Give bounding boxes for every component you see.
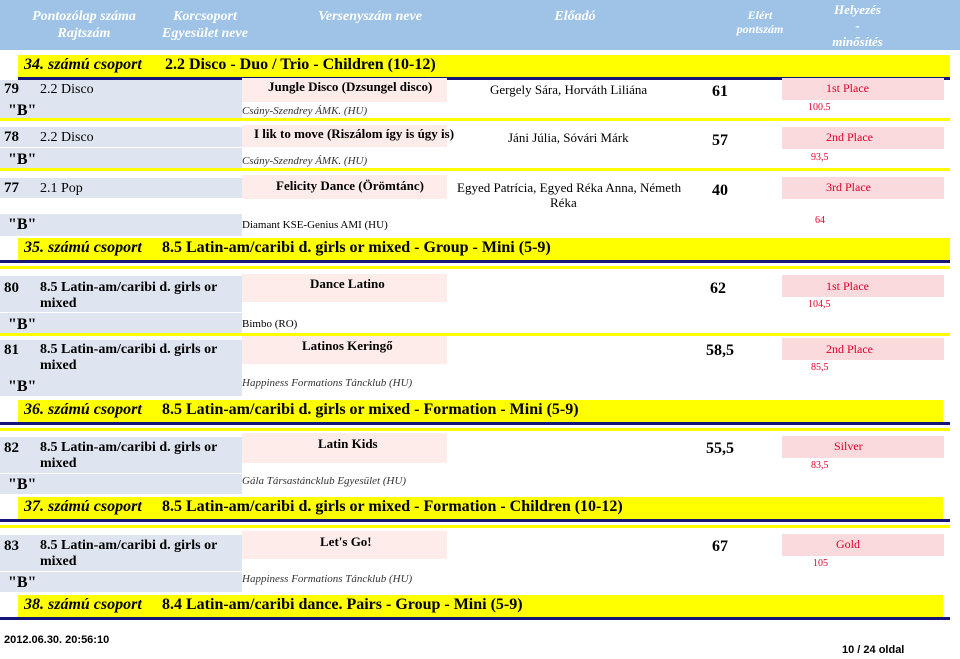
entry-points: 62 (710, 280, 726, 297)
entry-number: 80 (4, 280, 19, 296)
entry-points: 67 (712, 538, 728, 555)
entry-place: Gold (836, 537, 860, 551)
header-start-number: Rajtszám (57, 26, 111, 41)
group-divider (0, 617, 950, 620)
header-sheet-number: Pontozólap száma (32, 9, 136, 24)
entry-score: 85,5 (811, 362, 829, 373)
group-number: 36. számú csoport (24, 401, 142, 418)
entry-category-line2: mixed (40, 456, 77, 471)
group-divider (0, 519, 950, 522)
entry-class: "B" (8, 476, 37, 493)
entry-score: 93,5 (811, 152, 829, 163)
entry-title: I lik to move (Riszálom így is úgy is) (254, 126, 455, 141)
group-number: 35. számú csoport (24, 239, 142, 256)
entry-number: 78 (4, 129, 19, 145)
entry-club: Happiness Formations Táncklub (HU) (242, 377, 413, 389)
group-title: 8.4 Latin-am/caribi dance. Pairs - Group… (162, 596, 523, 613)
entry-points: 40 (712, 182, 728, 199)
entry-category: 2.1 Pop (40, 181, 83, 196)
entry-category: 2.2 Disco (40, 130, 94, 145)
footer-page-number: 10 / 24 oldal (842, 644, 905, 656)
entry-score: 64 (815, 215, 825, 226)
entry-score: 100.5 (808, 102, 831, 113)
entry-points: 61 (712, 83, 728, 100)
entry-score: 104,5 (808, 299, 831, 310)
entry-place: 1st Place (826, 81, 869, 95)
entry-category-line1: 8.5 Latin-am/caribi d. girls or (40, 280, 218, 295)
entry-number: 77 (4, 180, 19, 196)
group-header: 35. számú csoport 8.5 Latin-am/caribi d.… (18, 238, 950, 260)
header-placing-l3: minősítés (832, 34, 883, 49)
entry-class: "B" (8, 378, 37, 395)
entry-class: "B" (8, 574, 37, 591)
group-number: 37. számú csoport (24, 498, 142, 515)
header-points-l2: pontszám (736, 22, 784, 36)
entry-points: 55,5 (706, 440, 734, 457)
header-performer: Előadó (554, 9, 596, 24)
footer-timestamp: 2012.06.30. 20:56:10 (4, 634, 110, 646)
entry-number: 79 (4, 81, 19, 97)
entry-club: Diamant KSE-Genius AMI (HU) (242, 219, 388, 231)
header-placing-l2: - (855, 18, 860, 33)
header-points-l1: Elért (747, 8, 773, 22)
entry-performer: Jáni Júlia, Sóvári Márk (508, 130, 629, 145)
group-divider (0, 422, 950, 425)
entry-title: Jungle Disco (Dzsungel disco) (268, 79, 433, 94)
entry-category-line1: 8.5 Latin-am/caribi d. girls or (40, 440, 218, 455)
entry-score: 105 (813, 558, 828, 569)
entry-title: Latin Kids (318, 436, 378, 451)
header-club-name: Egyesület neve (162, 26, 248, 41)
entry-title: Felicity Dance (Örömtánc) (276, 178, 425, 193)
entry-place: Silver (834, 439, 863, 453)
entry-place: 2nd Place (826, 342, 873, 356)
entry-number: 82 (4, 440, 19, 456)
group-title: 8.5 Latin-am/caribi d. girls or mixed - … (162, 239, 551, 256)
entry-club: Csány-Szendrey ÁMK. (HU) (242, 105, 368, 117)
entry-points: 57 (712, 132, 728, 149)
entry-place: 3rd Place (826, 180, 871, 194)
entry-performer-line1: Egyed Patrícia, Egyed Réka Anna, Németh (457, 180, 682, 195)
header-age-group: Korcsoport (173, 9, 237, 24)
entry-class: "B" (8, 316, 37, 333)
entry-class: "B" (8, 216, 37, 233)
entry-title: Let's Go! (320, 534, 372, 549)
entry-category-line2: mixed (40, 358, 77, 373)
group-title: 8.5 Latin-am/caribi d. girls or mixed - … (162, 401, 579, 418)
group-title: 8.5 Latin-am/caribi d. girls or mixed - … (162, 498, 623, 515)
group-header: 36. számú csoport 8.5 Latin-am/caribi d.… (18, 400, 943, 422)
group-number: 38. számú csoport (24, 596, 142, 613)
entry-club: Gála Társastáncklub Egyesület (HU) (242, 475, 407, 487)
entry-score: 83,5 (811, 460, 829, 471)
entry-number: 83 (4, 538, 19, 554)
entry-points: 58,5 (706, 342, 734, 359)
header-placing-l1: Helyezés (834, 2, 881, 17)
entry-place: 2nd Place (826, 130, 873, 144)
entry-category-line2: mixed (40, 296, 77, 311)
entry-category: 2.2 Disco (40, 82, 94, 97)
entry-category-line1: 8.5 Latin-am/caribi d. girls or (40, 538, 218, 553)
group-number: 34. számú csoport (24, 56, 142, 73)
group-header: 34. számú csoport 2.2 Disco - Duo / Trio… (18, 55, 950, 77)
group-divider (0, 260, 950, 263)
entry-category-line1: 8.5 Latin-am/caribi d. girls or (40, 342, 218, 357)
group-header: 38. számú csoport 8.4 Latin-am/caribi da… (18, 595, 943, 617)
column-header: Pontozólap száma Rajtszám Korcsoport Egy… (0, 0, 960, 50)
entry-club: Happiness Formations Táncklub (HU) (242, 573, 413, 585)
entry-performer-line2: Réka (550, 195, 577, 210)
entry-category-line2: mixed (40, 554, 77, 569)
entry-class: "B" (8, 151, 37, 168)
group-title: 2.2 Disco - Duo / Trio - Children (10-12… (165, 56, 436, 73)
entry-title: Dance Latino (310, 276, 385, 291)
entry-number: 81 (4, 342, 19, 358)
header-event-name: Versenyszám neve (318, 9, 422, 24)
entry-title: Latinos Keringő (302, 338, 393, 353)
entry-club: Bimbo (RO) (242, 318, 298, 330)
entry-place: 1st Place (826, 279, 869, 293)
entry-club: Csány-Szendrey ÁMK. (HU) (242, 155, 368, 167)
entry-performer: Gergely Sára, Horváth Liliána (490, 82, 648, 97)
group-header: 37. számú csoport 8.5 Latin-am/caribi d.… (18, 497, 943, 519)
